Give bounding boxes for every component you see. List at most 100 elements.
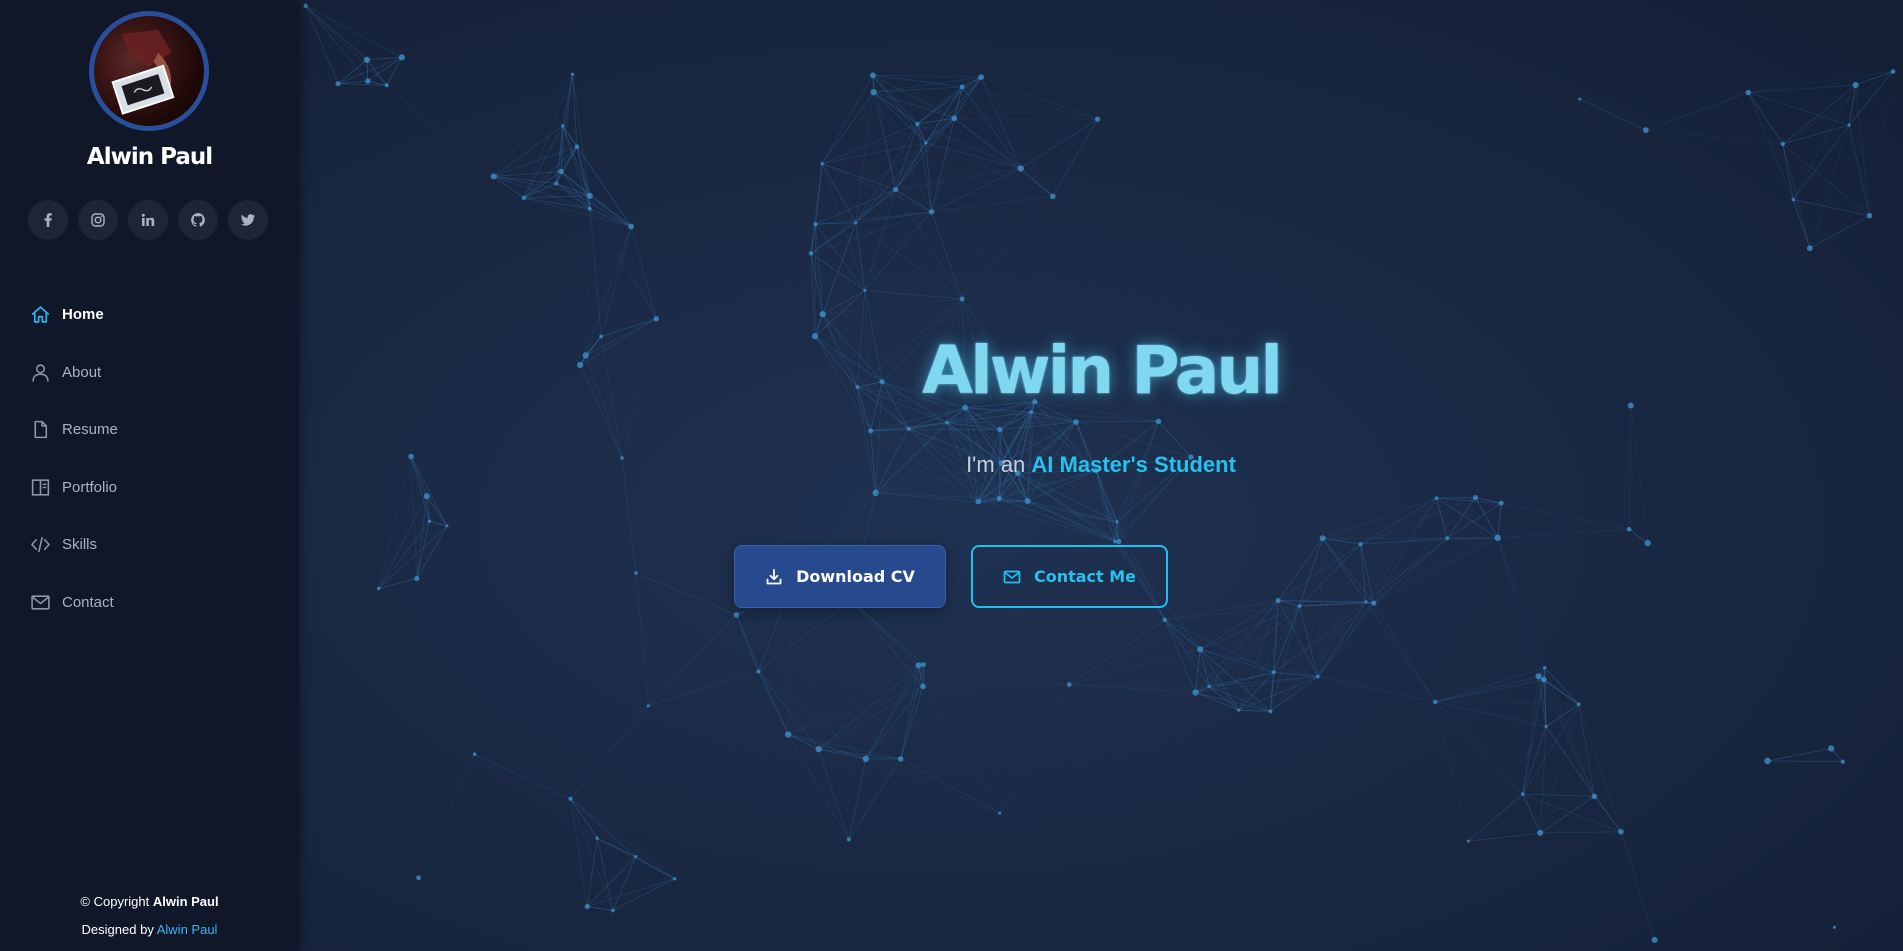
network-link xyxy=(1545,726,1595,797)
download-cv-button[interactable]: Download CV xyxy=(734,545,946,608)
nav-item-portfolio[interactable]: Portfolio xyxy=(30,459,118,517)
facebook-link[interactable] xyxy=(28,200,68,240)
network-link xyxy=(1208,686,1239,711)
network-node xyxy=(1192,689,1199,696)
network-link xyxy=(1052,118,1098,197)
network-link xyxy=(954,117,1098,120)
network-link xyxy=(1747,92,1794,200)
network-link xyxy=(1782,143,1811,249)
network-link xyxy=(416,496,428,579)
network-link xyxy=(589,208,657,319)
network-node xyxy=(611,908,615,913)
network-node xyxy=(303,3,308,9)
envelope-icon xyxy=(1003,570,1021,583)
network-node xyxy=(673,877,677,881)
twitter-link[interactable] xyxy=(228,200,268,240)
network-link xyxy=(1075,421,1116,542)
network-link xyxy=(873,91,918,125)
instagram-link[interactable] xyxy=(78,200,118,240)
network-link xyxy=(1020,118,1098,169)
network-node xyxy=(595,836,599,840)
network-link xyxy=(1200,648,1274,673)
copyright-line: © Copyright Alwin Paul xyxy=(0,888,299,916)
linkedin-link[interactable] xyxy=(128,200,168,240)
network-link xyxy=(635,572,737,616)
network-link xyxy=(1539,796,1595,834)
network-link xyxy=(965,407,1077,423)
network-link xyxy=(1620,831,1656,940)
network-node xyxy=(733,612,740,618)
network-link xyxy=(1164,619,1196,693)
network-node xyxy=(870,89,877,96)
book-icon xyxy=(31,479,50,496)
network-link xyxy=(1365,497,1437,603)
network-link xyxy=(1360,544,1367,602)
network-node xyxy=(1466,839,1470,843)
nav-label-about: About xyxy=(62,363,102,381)
network-node xyxy=(854,221,858,225)
github-icon xyxy=(191,213,205,227)
network-link xyxy=(1645,92,1749,131)
network-node xyxy=(1017,165,1024,172)
network-link xyxy=(1118,421,1159,542)
network-node xyxy=(1197,646,1204,653)
network-link xyxy=(1497,537,1545,680)
network-link xyxy=(1164,619,1240,711)
network-link xyxy=(474,753,598,839)
network-link xyxy=(1373,497,1437,604)
network-link xyxy=(635,573,649,706)
main-nav: Home About Resume Portfolio Skills Conta… xyxy=(30,286,118,631)
nav-item-about[interactable]: About xyxy=(30,344,118,402)
network-link xyxy=(1497,528,1630,539)
network-link xyxy=(1645,129,1783,145)
network-node xyxy=(819,311,826,318)
network-node xyxy=(869,72,876,79)
network-node xyxy=(997,426,1003,433)
network-link xyxy=(596,705,649,839)
network-node xyxy=(1544,724,1548,729)
network-node xyxy=(653,316,659,322)
nav-item-resume[interactable]: Resume xyxy=(30,401,118,459)
network-link xyxy=(1238,605,1300,711)
contact-me-button[interactable]: Contact Me xyxy=(971,545,1168,608)
network-link xyxy=(1270,602,1375,712)
network-link xyxy=(386,57,403,86)
facebook-icon xyxy=(44,213,52,227)
network-node xyxy=(1832,925,1836,929)
network-node xyxy=(1644,540,1651,547)
network-link xyxy=(872,74,982,78)
network-link xyxy=(337,59,368,85)
network-link xyxy=(872,74,963,88)
network-link xyxy=(1238,672,1275,711)
network-link xyxy=(980,76,1054,197)
network-link xyxy=(953,86,963,119)
network-link xyxy=(1748,84,1856,93)
designer-link[interactable]: Alwin Paul xyxy=(157,922,218,937)
network-link xyxy=(1373,497,1476,604)
network-node xyxy=(1297,604,1302,608)
nav-item-skills[interactable]: Skills xyxy=(30,516,118,574)
network-link xyxy=(1195,692,1239,711)
network-link xyxy=(931,196,1053,213)
network-link xyxy=(962,86,1098,120)
nav-item-home[interactable]: Home xyxy=(30,286,118,344)
network-link xyxy=(305,5,403,58)
network-link xyxy=(1497,537,1539,677)
network-link xyxy=(1434,701,1469,842)
social-links xyxy=(28,200,268,240)
network-link xyxy=(810,224,816,254)
network-node xyxy=(1745,89,1752,96)
network-link xyxy=(1497,537,1546,668)
network-link xyxy=(821,75,874,164)
network-link xyxy=(922,686,1001,814)
github-link[interactable] xyxy=(178,200,218,240)
network-node xyxy=(423,493,430,500)
nav-item-contact[interactable]: Contact xyxy=(30,574,118,632)
network-node xyxy=(634,855,638,859)
network-link xyxy=(736,614,759,672)
network-link xyxy=(305,5,387,86)
network-link xyxy=(1468,795,1595,842)
network-link xyxy=(1164,619,1274,673)
network-link xyxy=(305,5,368,61)
network-link xyxy=(572,74,578,147)
